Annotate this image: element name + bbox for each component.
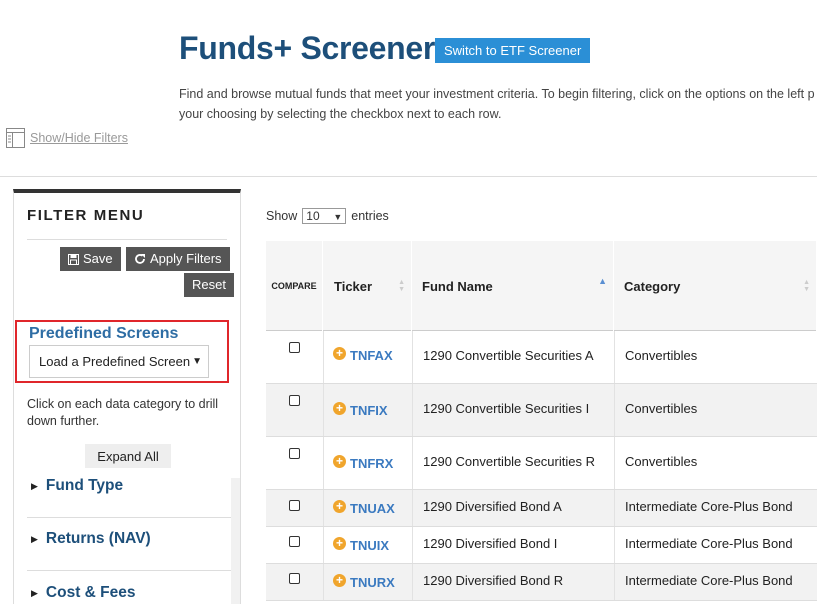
- floppy-disk-icon: [68, 253, 79, 265]
- filter-menu-divider: [27, 239, 227, 240]
- intro-line-1: Find and browse mutual funds that meet y…: [179, 87, 815, 101]
- predefined-screens-title: Predefined Screens: [29, 325, 179, 342]
- ticker-link[interactable]: TNFAX: [350, 348, 393, 363]
- sort-icon: ▲ ▼: [398, 279, 405, 293]
- refresh-icon: [135, 254, 145, 264]
- table-row: + TNFIX 1290 Convertible Securities I Co…: [266, 384, 817, 437]
- fund-category: Convertibles: [625, 401, 698, 416]
- compare-checkbox[interactable]: [289, 395, 300, 406]
- predefined-screens-section: Predefined Screens Load a Predefined Scr…: [15, 320, 229, 383]
- category-divider: [27, 570, 231, 571]
- plus-circle-icon[interactable]: +: [333, 500, 346, 513]
- ticker-link[interactable]: TNUAX: [350, 501, 395, 516]
- filter-scrollbar[interactable]: [231, 478, 240, 604]
- filter-category-label: Fund Type: [45, 477, 124, 494]
- predefined-screen-select[interactable]: Load a Predefined Screen ▼: [29, 345, 209, 378]
- sort-ascending-icon: ▲: [598, 276, 607, 286]
- compare-checkbox[interactable]: [289, 500, 300, 511]
- column-fund-name-label: Fund Name: [422, 278, 493, 294]
- caret-down-icon: ▼: [333, 212, 343, 222]
- caret-right-icon: ▶: [31, 480, 38, 491]
- fund-category: Intermediate Core-Plus Bond: [625, 573, 793, 588]
- predefined-screen-value: Load a Predefined Screen: [39, 354, 191, 369]
- switch-to-etf-button[interactable]: Switch to ETF Screener: [435, 38, 591, 63]
- fund-name: 1290 Diversified Bond A: [423, 499, 562, 514]
- column-ticker[interactable]: Ticker ▲ ▼: [323, 241, 412, 331]
- filter-category-returns[interactable]: ▶ Returns (NAV): [27, 519, 231, 559]
- plus-circle-icon[interactable]: +: [333, 402, 346, 415]
- caret-right-icon: ▶: [31, 587, 38, 598]
- plus-circle-icon[interactable]: +: [333, 347, 346, 360]
- sidebar-panel-icon: [6, 128, 25, 148]
- sort-icon: ▲ ▼: [803, 279, 810, 293]
- fund-name: 1290 Convertible Securities R: [423, 454, 595, 469]
- entries-value: 10: [306, 209, 320, 223]
- intro-line-2: your choosing by selecting the checkbox …: [179, 107, 502, 121]
- caret-down-icon: ▼: [192, 356, 202, 367]
- fund-name: 1290 Convertible Securities I: [423, 401, 590, 416]
- show-hide-filters-link[interactable]: Show/Hide Filters: [30, 131, 128, 145]
- compare-checkbox[interactable]: [289, 342, 300, 353]
- filter-menu-panel: FILTER MENU Save Apply Filters Reset Pre…: [13, 189, 241, 604]
- filter-category-fund-type[interactable]: ▶ Fund Type: [27, 466, 231, 506]
- filter-category-label: Cost & Fees: [45, 584, 136, 601]
- plus-circle-icon[interactable]: +: [333, 574, 346, 587]
- funds-table: COMPARE Ticker ▲ ▼ Fund Name ▲ Category ▲…: [266, 241, 817, 601]
- fund-name: 1290 Convertible Securities A: [423, 348, 594, 363]
- compare-checkbox[interactable]: [289, 448, 300, 459]
- filter-menu-title: FILTER MENU: [27, 207, 145, 224]
- toggle-filters[interactable]: Show/Hide Filters: [6, 128, 128, 148]
- compare-checkbox[interactable]: [289, 573, 300, 584]
- plus-circle-icon[interactable]: +: [333, 537, 346, 550]
- fund-name: 1290 Diversified Bond R: [423, 573, 564, 588]
- entries-label: entries: [351, 209, 389, 223]
- ticker-link[interactable]: TNFIX: [350, 403, 388, 418]
- fund-category: Intermediate Core-Plus Bond: [625, 536, 793, 551]
- intro-text: Find and browse mutual funds that meet y…: [179, 84, 817, 124]
- compare-checkbox[interactable]: [289, 536, 300, 547]
- column-category[interactable]: Category ▲ ▼: [614, 241, 817, 331]
- table-row: + TNFRX 1290 Convertible Securities R Co…: [266, 437, 817, 490]
- show-label: Show: [266, 209, 298, 223]
- column-compare: COMPARE: [266, 241, 323, 331]
- column-fund-name[interactable]: Fund Name ▲: [412, 241, 614, 331]
- save-label: Save: [83, 251, 113, 266]
- ticker-link[interactable]: TNUIX: [350, 538, 389, 553]
- apply-filters-button[interactable]: Apply Filters: [126, 247, 230, 271]
- table-row: + TNUIX 1290 Diversified Bond I Intermed…: [266, 527, 817, 564]
- show-entries-control: Show 10 ▼ entries: [266, 208, 389, 224]
- apply-filters-label: Apply Filters: [150, 251, 222, 266]
- table-row: + TNFAX 1290 Convertible Securities A Co…: [266, 331, 817, 384]
- ticker-link[interactable]: TNURX: [350, 575, 395, 590]
- table-row: + TNURX 1290 Diversified Bond R Intermed…: [266, 564, 817, 601]
- category-divider: [27, 517, 231, 518]
- filter-category-cost-fees[interactable]: ▶ Cost & Fees: [27, 573, 231, 604]
- section-divider: [0, 176, 817, 177]
- column-ticker-label: Ticker: [334, 278, 373, 294]
- save-button[interactable]: Save: [60, 247, 121, 271]
- filter-category-label: Returns (NAV): [45, 530, 151, 547]
- caret-right-icon: ▶: [31, 533, 38, 544]
- fund-category: Convertibles: [625, 348, 698, 363]
- fund-name: 1290 Diversified Bond I: [423, 536, 558, 551]
- fund-category: Intermediate Core-Plus Bond: [625, 499, 793, 514]
- ticker-link[interactable]: TNFRX: [350, 456, 393, 471]
- fund-category: Convertibles: [625, 454, 698, 469]
- table-row: + TNUAX 1290 Diversified Bond A Intermed…: [266, 490, 817, 527]
- entries-per-page-select[interactable]: 10 ▼: [302, 208, 347, 224]
- reset-button[interactable]: Reset: [184, 273, 234, 297]
- column-category-label: Category: [624, 278, 681, 294]
- drill-down-hint: Click on each data category to drill dow…: [27, 397, 219, 428]
- plus-circle-icon[interactable]: +: [333, 455, 346, 468]
- page-title: Funds+ Screener: [179, 30, 436, 66]
- table-header: COMPARE Ticker ▲ ▼ Fund Name ▲ Category ▲…: [266, 241, 817, 331]
- expand-all-button[interactable]: Expand All: [85, 444, 171, 468]
